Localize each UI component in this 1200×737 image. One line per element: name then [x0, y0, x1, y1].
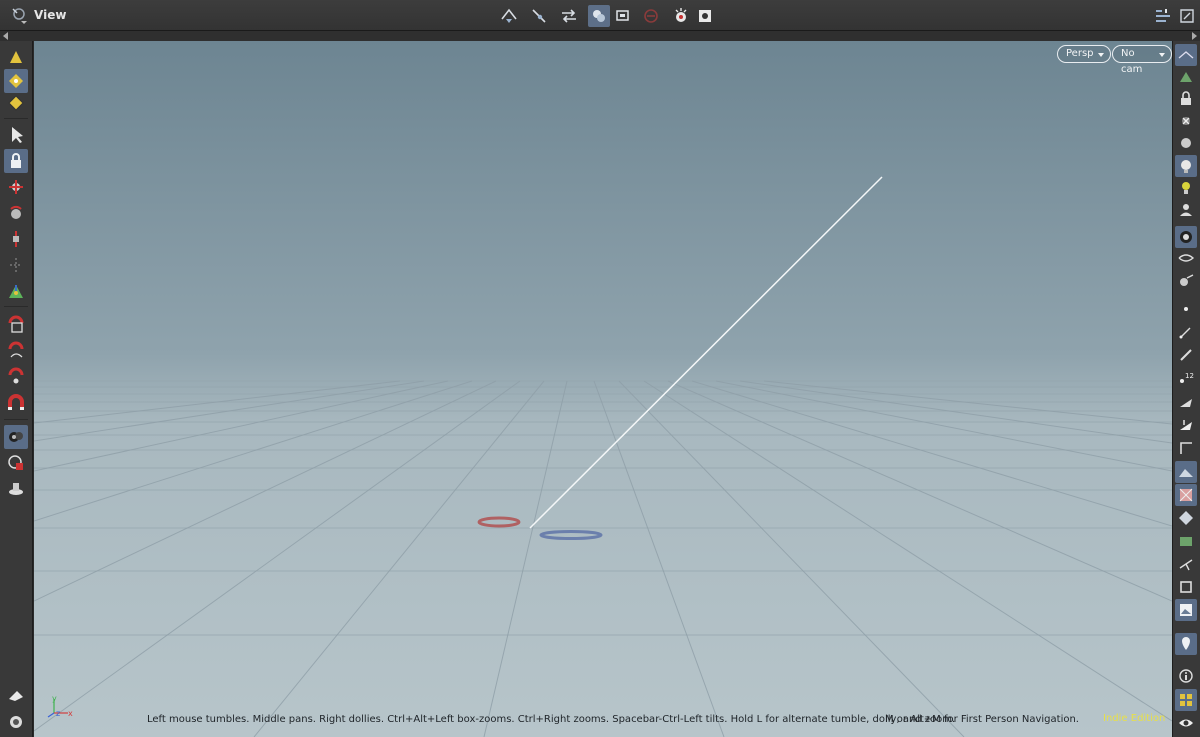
bounding-box-icon[interactable]: [1175, 132, 1197, 154]
select-arrow-icon[interactable]: [4, 123, 28, 147]
snap-curve-icon[interactable]: [4, 339, 28, 363]
corner-icon[interactable]: [1175, 437, 1197, 459]
pane-menu-icon[interactable]: [8, 5, 30, 25]
scene-grid: y x z: [34, 176, 1172, 737]
no-entry-icon[interactable]: [640, 5, 662, 27]
left-toolbar: [0, 41, 33, 737]
origin-z-marker: [539, 530, 603, 540]
point-numbers-icon[interactable]: 12: [1175, 367, 1197, 389]
pose-tool-icon[interactable]: [4, 253, 28, 277]
select-mode-icon[interactable]: [528, 5, 550, 27]
shading-icon[interactable]: [1175, 248, 1197, 270]
select-prims-icon[interactable]: [4, 91, 28, 115]
axis-label-x: x: [68, 709, 73, 718]
curve-line: [529, 176, 883, 529]
light-icon[interactable]: [1175, 155, 1197, 177]
point-display-icon[interactable]: [1175, 298, 1197, 320]
background-icon[interactable]: [1175, 461, 1197, 483]
guides-icon[interactable]: [1175, 270, 1197, 292]
diamond-icon[interactable]: [1175, 507, 1197, 529]
zoom-icon[interactable]: [612, 5, 634, 27]
move-tool-icon[interactable]: [4, 175, 28, 199]
pane-sub-bar: [0, 31, 1200, 41]
right-toolbar: 12: [1172, 41, 1200, 737]
info-icon[interactable]: [1175, 665, 1197, 687]
point-light-icon[interactable]: [1175, 177, 1197, 199]
viewport-status-text: Left mouse tumbles. Middle pans. Right d…: [147, 714, 956, 725]
frame-icon[interactable]: [1175, 414, 1197, 436]
perspective-menu[interactable]: Persp: [1057, 45, 1111, 63]
collapse-left-icon[interactable]: [3, 32, 8, 40]
image-icon[interactable]: [1175, 599, 1197, 621]
wireframe-icon[interactable]: [1175, 44, 1197, 66]
lights-icon[interactable]: [670, 5, 692, 27]
paint-brush-icon[interactable]: [4, 45, 28, 69]
lock-camera-icon[interactable]: [1175, 88, 1197, 110]
cam-icon[interactable]: [1175, 199, 1197, 221]
magnet-icon[interactable]: [4, 391, 28, 415]
select-points-icon[interactable]: [4, 69, 28, 93]
attribute-icon[interactable]: [1175, 344, 1197, 366]
settings-icon[interactable]: [694, 5, 716, 27]
camera-icon[interactable]: [4, 709, 28, 733]
ghost-icon[interactable]: [588, 5, 610, 27]
show-geo-icon[interactable]: [1175, 226, 1197, 248]
measure-icon[interactable]: [1175, 553, 1197, 575]
pane-title: View: [34, 8, 67, 22]
view-tool-icon[interactable]: [4, 425, 28, 449]
quad-layout-icon[interactable]: [1175, 689, 1197, 711]
scene-viewport[interactable]: y x z Persp No cam Left mouse tumbles. M…: [34, 41, 1172, 737]
display-options-icon[interactable]: [4, 683, 28, 707]
pin-icon[interactable]: [1175, 633, 1197, 655]
rotate-tool-icon[interactable]: [4, 201, 28, 225]
transform-icon[interactable]: [558, 5, 580, 27]
maximize-icon[interactable]: [1176, 5, 1198, 27]
handle-tool-icon[interactable]: [4, 279, 28, 303]
camera-menu[interactable]: No cam: [1112, 45, 1172, 75]
axis-label-z: z: [56, 709, 60, 718]
shaded-icon[interactable]: [1175, 66, 1197, 88]
render-region-icon[interactable]: [4, 451, 28, 475]
layout-icon[interactable]: [1152, 5, 1174, 27]
normals-icon[interactable]: [1175, 321, 1197, 343]
viewport-status-text-2: M or Alt+M for First Person Navigation.: [885, 714, 1079, 725]
scale-tool-icon[interactable]: [4, 227, 28, 251]
origin-x-marker: [477, 516, 521, 528]
flipbook-icon[interactable]: [4, 477, 28, 501]
box-icon[interactable]: [1175, 576, 1197, 598]
pane-title-bar: View: [0, 0, 1200, 31]
xray-icon[interactable]: [1175, 110, 1197, 132]
lock-icon[interactable]: [4, 149, 28, 173]
axis-label-y: y: [52, 694, 57, 703]
collapse-right-icon[interactable]: [1192, 32, 1197, 40]
prim-normals-icon[interactable]: [1175, 391, 1197, 413]
grid-display-icon[interactable]: [1175, 530, 1197, 552]
texture-icon[interactable]: [1175, 484, 1197, 506]
snap-point-icon[interactable]: [4, 365, 28, 389]
snap-icon[interactable]: [498, 5, 520, 27]
svg-text:12: 12: [1185, 372, 1194, 380]
eye-icon[interactable]: [1175, 712, 1197, 734]
edition-label: Indie Edition: [1103, 713, 1166, 724]
snap-grid-icon[interactable]: [4, 313, 28, 337]
